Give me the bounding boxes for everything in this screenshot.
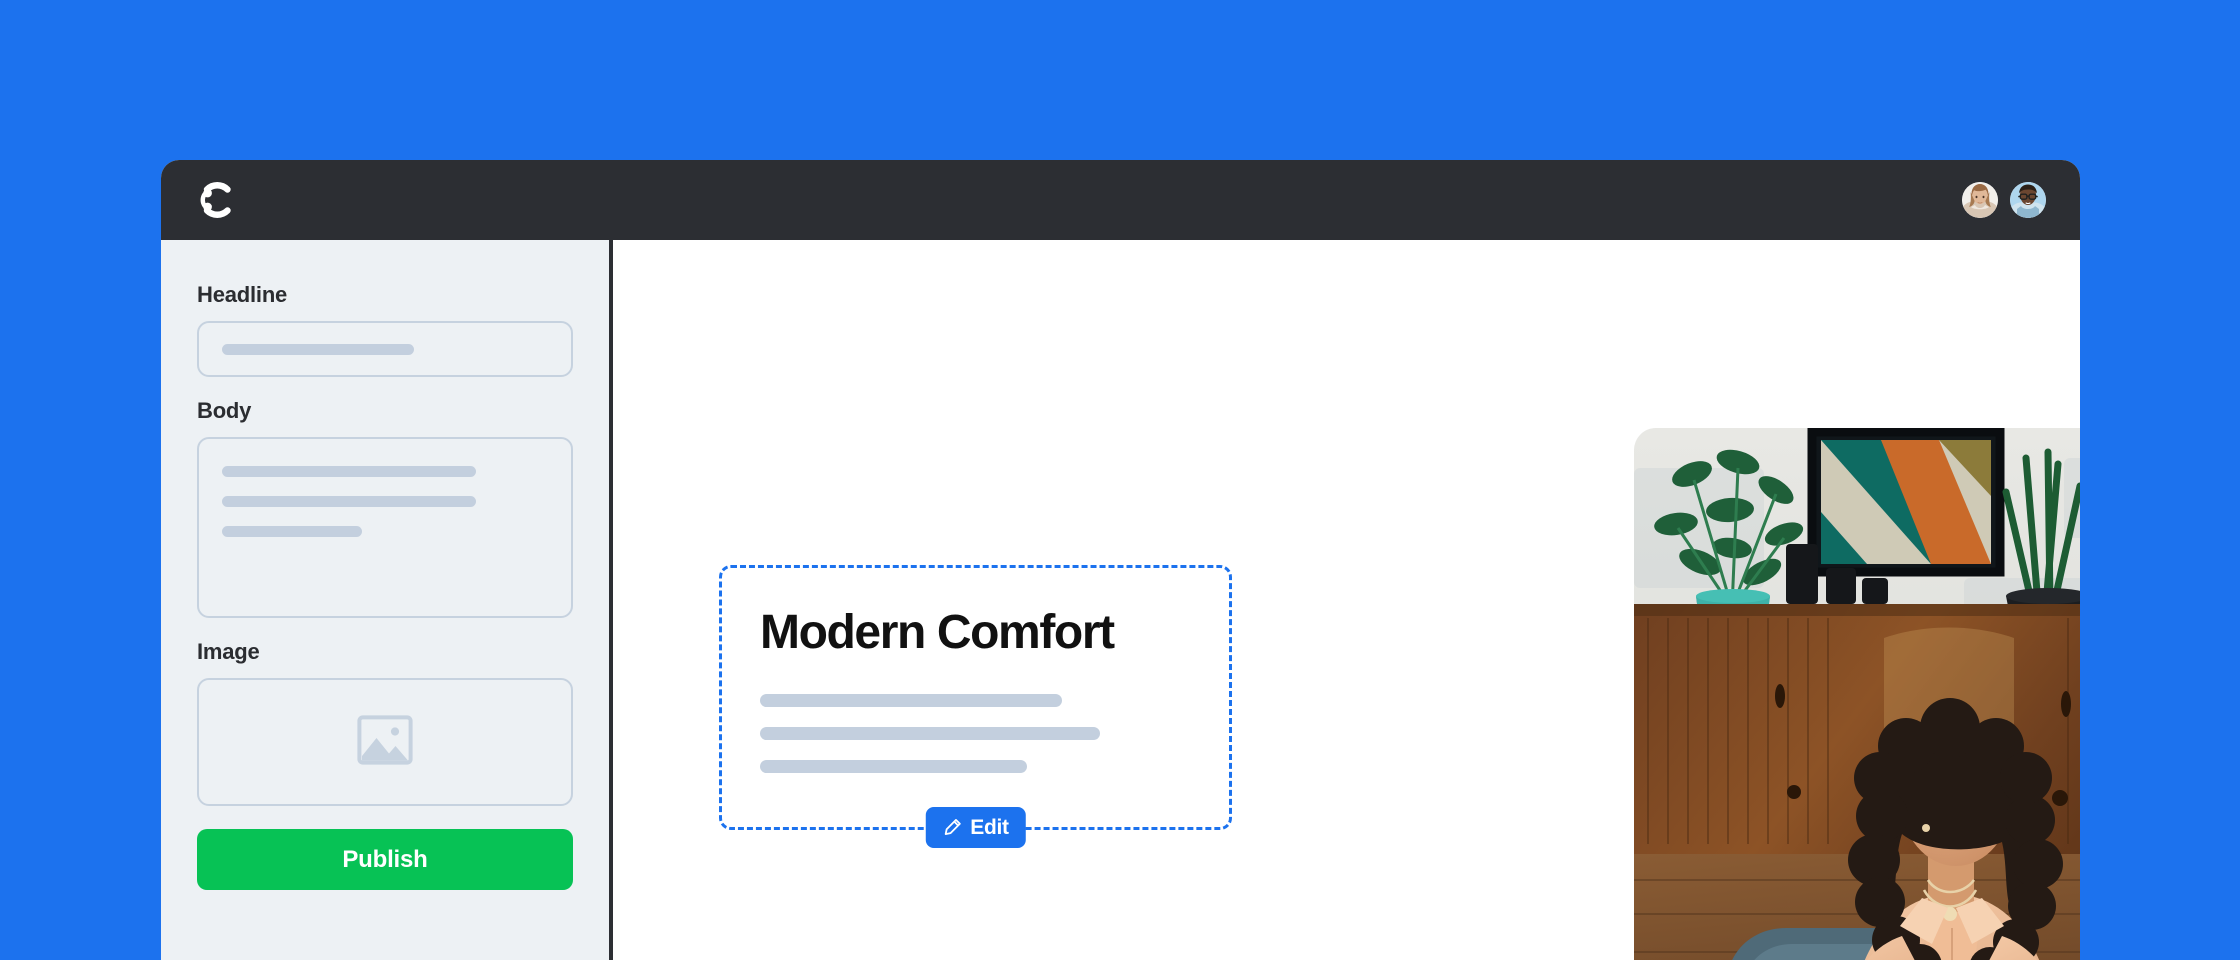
image-upload-dropzone[interactable]	[197, 678, 573, 806]
field-label-body: Body	[197, 398, 252, 423]
avatar-user-1[interactable]	[1962, 182, 1998, 218]
block-body-line	[760, 760, 1028, 774]
body-textarea[interactable]	[197, 437, 573, 618]
avatar-user-2[interactable]	[2010, 182, 2046, 218]
selected-text-block[interactable]: Modern Comfort Edit	[719, 565, 1232, 848]
window-body: Headline Body Image Publish Modern Comfo…	[161, 240, 2080, 960]
headline-value-skeleton	[222, 343, 415, 355]
headline-input[interactable]	[197, 321, 573, 377]
image-placeholder-icon	[357, 714, 413, 770]
block-body-line	[760, 694, 1062, 708]
body-line-skeleton	[222, 466, 477, 477]
field-image: Image	[197, 639, 573, 806]
block-body-skeleton	[760, 694, 1191, 774]
field-body: Body	[197, 398, 573, 618]
field-label-headline: Headline	[197, 282, 288, 307]
publish-button[interactable]: Publish	[197, 829, 573, 890]
pencil-icon	[942, 818, 961, 837]
block-body-line	[760, 727, 1101, 741]
app-topbar	[161, 160, 2080, 240]
edit-button[interactable]: Edit	[925, 807, 1026, 848]
body-line-skeleton	[222, 526, 363, 537]
brand-logo-c-icon[interactable]	[193, 178, 237, 222]
app-window: Headline Body Image Publish Modern Comfo…	[161, 160, 2080, 960]
avatar-group	[1962, 182, 2046, 218]
field-label-image: Image	[197, 639, 260, 664]
body-line-skeleton	[222, 496, 477, 507]
edit-button-label: Edit	[970, 815, 1009, 839]
editor-sidebar: Headline Body Image Publish	[161, 240, 613, 960]
hero-photo[interactable]	[1634, 428, 2080, 960]
field-headline: Headline	[197, 282, 573, 377]
page-canvas: Modern Comfort Edit	[613, 240, 2080, 960]
page-title: Modern Comfort	[760, 606, 1115, 659]
